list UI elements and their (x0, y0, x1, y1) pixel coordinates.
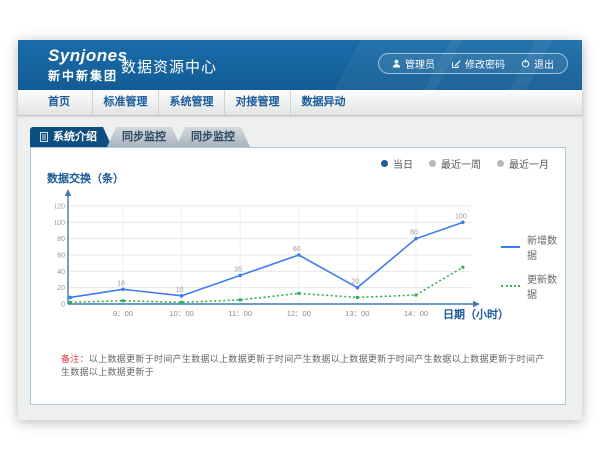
svg-text:14：00: 14：00 (404, 309, 428, 318)
x-axis-title: 日期（小时） (443, 306, 509, 322)
user-menu: 管理员 修改密码 退出 (378, 53, 568, 74)
nav-item-standard-mgmt[interactable]: 标准管理 (92, 90, 158, 115)
solid-line-icon (501, 246, 520, 248)
footnote-prefix: 备注： (61, 354, 89, 364)
radio-dot-selected-icon (381, 160, 388, 167)
logout-button[interactable]: 退出 (521, 56, 554, 71)
chart-legend: 新增数据 更新数据 (501, 232, 565, 310)
y-axis-title: 数据交换（条） (47, 170, 124, 186)
svg-text:10：00: 10：00 (170, 309, 194, 318)
svg-text:11：00: 11：00 (228, 309, 252, 318)
radio-last-week[interactable]: 最近一周 (429, 156, 481, 171)
legend-new-data-label: 新增数据 (527, 232, 565, 262)
edit-icon (451, 59, 461, 69)
user-menu-admin[interactable]: 管理员 (392, 56, 435, 71)
change-password-button[interactable]: 修改密码 (451, 56, 505, 71)
svg-text:80: 80 (410, 230, 418, 237)
svg-text:60: 60 (57, 253, 65, 260)
svg-text:0: 0 (61, 302, 65, 309)
nav-item-home[interactable]: 首页 (26, 90, 92, 115)
radio-today-label: 当日 (393, 156, 413, 171)
legend-item-update-data: 更新数据 (501, 271, 565, 301)
time-range-filters: 当日 最近一周 最近一月 (381, 156, 549, 171)
svg-text:18: 18 (117, 280, 125, 287)
change-password-label: 修改密码 (465, 56, 505, 71)
svg-text:35: 35 (234, 266, 242, 273)
user-menu-admin-label: 管理员 (405, 56, 435, 71)
app-window: Synjones 新中新集团 数据资源中心 管理员 修改密码 退出 首页 标准管… (18, 40, 582, 420)
legend-item-new-data: 新增数据 (501, 232, 565, 262)
logout-label: 退出 (534, 56, 554, 71)
logo-wordmark: Synjones (48, 46, 128, 66)
main-nav: 首页 标准管理 系统管理 对接管理 数据异动 (18, 90, 582, 116)
tab-label: 同步监控 (191, 131, 235, 143)
tab-sync-monitor-2[interactable]: 同步监控 (176, 127, 250, 147)
svg-text:80: 80 (57, 236, 65, 243)
radio-dot-icon (497, 160, 504, 167)
radio-last-week-label: 最近一周 (441, 156, 481, 171)
svg-text:12：00: 12：00 (287, 309, 311, 318)
svg-text:40: 40 (57, 269, 65, 276)
tab-sync-monitor-1[interactable]: 同步监控 (107, 127, 181, 147)
svg-text:100: 100 (455, 213, 467, 220)
tab-label: 系统介绍 (53, 127, 97, 147)
svg-text:10: 10 (176, 287, 184, 294)
svg-text:60: 60 (293, 246, 301, 253)
footnote-body: 以上数据更新于时间产生数据以上数据更新于时间产生数据以上数据更新于时间产生数据以… (61, 354, 545, 377)
chart-panel: 当日 最近一周 最近一月 数据交换（条） 0 20 40 60 80 100 120 9：00… (30, 147, 566, 405)
radio-dot-icon (429, 160, 436, 167)
tab-system-intro[interactable]: 系统介绍 (30, 127, 112, 147)
svg-text:9：00: 9：00 (113, 309, 133, 318)
power-icon (521, 59, 530, 68)
tab-label: 同步监控 (122, 131, 166, 143)
line-chart: 0 20 40 60 80 100 120 9：00 10：00 11：00 12：00 13：00 1… (55, 186, 487, 334)
nav-item-interface-mgmt[interactable]: 对接管理 (224, 90, 290, 115)
svg-text:100: 100 (55, 220, 65, 227)
svg-text:20: 20 (57, 285, 65, 292)
radio-last-month[interactable]: 最近一月 (497, 156, 549, 171)
legend-update-data-label: 更新数据 (527, 271, 565, 301)
svg-text:13：00: 13：00 (345, 309, 369, 318)
dotted-line-icon (501, 285, 520, 287)
user-icon (392, 59, 401, 68)
logo-company-name: 新中新集团 (48, 67, 128, 84)
company-logo: Synjones 新中新集团 (48, 46, 128, 84)
radio-last-month-label: 最近一月 (509, 156, 549, 171)
nav-item-data-change[interactable]: 数据异动 (290, 90, 356, 115)
tab-bar: 系统介绍 同步监控 同步监控 (30, 127, 250, 147)
document-icon (40, 132, 48, 142)
svg-text:120: 120 (55, 204, 65, 211)
header: Synjones 新中新集团 数据资源中心 管理员 修改密码 退出 (18, 40, 582, 90)
page-title: 数据资源中心 (121, 56, 217, 77)
footnote: 备注：以上数据更新于时间产生数据以上数据更新于时间产生数据以上数据更新于时间产生… (61, 352, 547, 378)
radio-today[interactable]: 当日 (381, 156, 413, 171)
svg-text:20: 20 (352, 279, 360, 286)
nav-item-system-mgmt[interactable]: 系统管理 (158, 90, 224, 115)
